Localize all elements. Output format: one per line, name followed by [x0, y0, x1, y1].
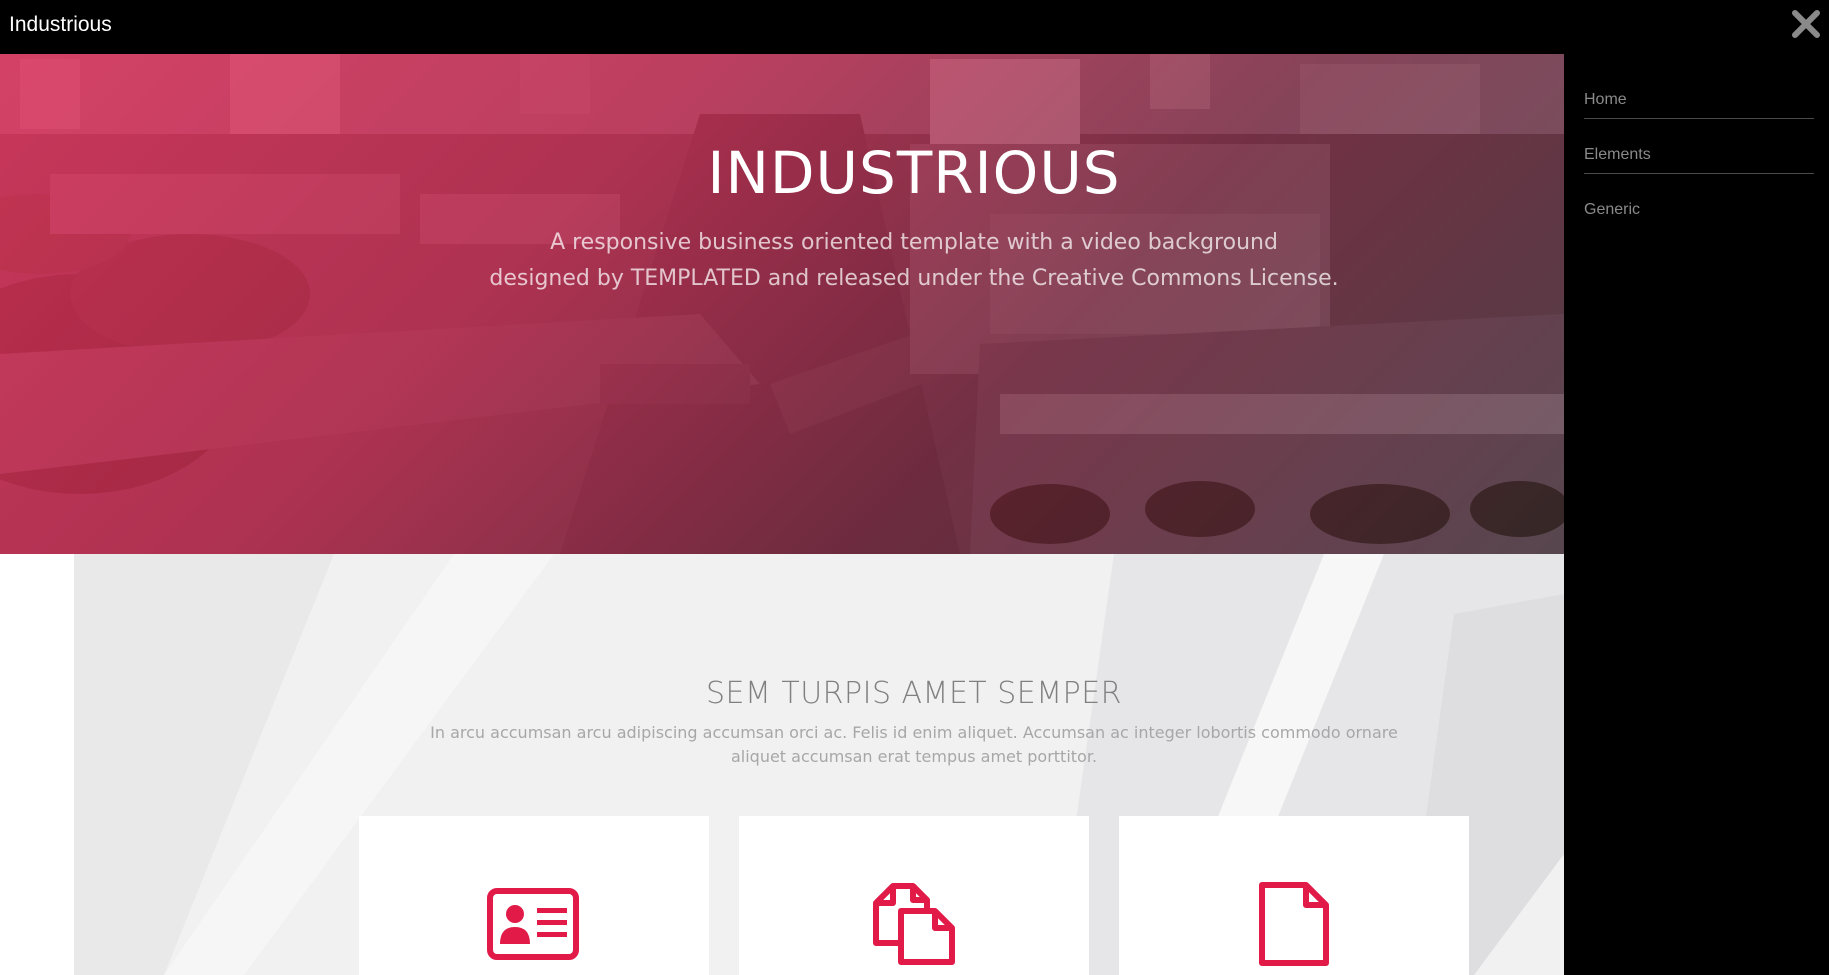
site-logo[interactable]: Industrious	[9, 13, 112, 37]
banner-overlay	[0, 54, 1564, 554]
header: Industrious	[0, 0, 1829, 54]
banner-subtitle-line-2: designed by TEMPLATED and released under…	[489, 266, 1339, 291]
nav-item-label: Home	[1584, 91, 1627, 108]
section-paragraph-line-2: aliquet accumsan erat tempus amet portti…	[730, 747, 1098, 766]
close-icon[interactable]	[1790, 8, 1822, 40]
file-icon	[1259, 882, 1329, 966]
id-card-icon	[487, 888, 579, 960]
feature-card	[739, 816, 1089, 975]
banner-subtitle-line-1: A responsive business oriented template …	[550, 230, 1278, 255]
section-paragraph-line-1: In arcu accumsan arcu adipiscing accumsa…	[430, 723, 1398, 742]
banner-title: INDUSTRIOUS	[707, 139, 1121, 207]
banner	[0, 54, 1564, 554]
nav-item-home[interactable]: Home	[1584, 64, 1814, 119]
feature-card	[1119, 816, 1469, 975]
section-title: SEM TURPIS AMET SEMPER	[705, 676, 1123, 711]
copy-files-icon	[873, 883, 955, 965]
feature-card	[359, 816, 709, 975]
